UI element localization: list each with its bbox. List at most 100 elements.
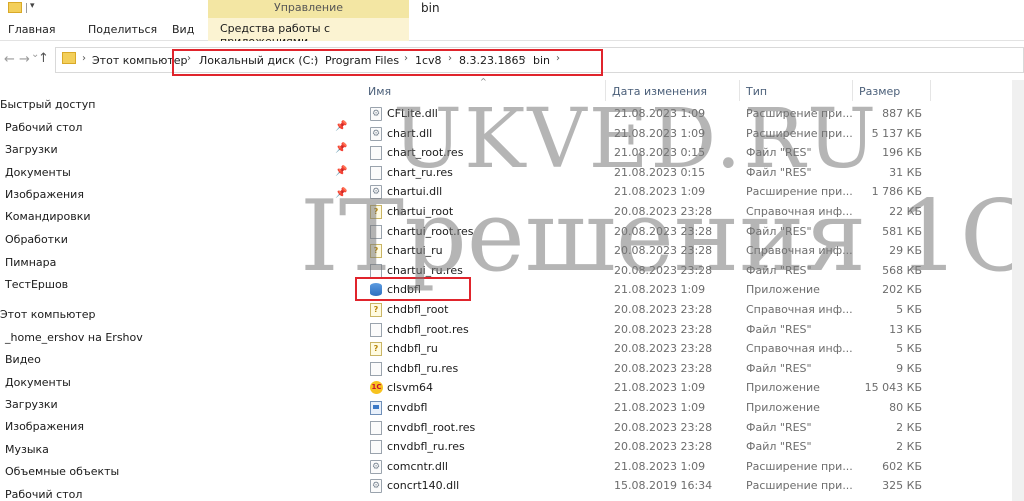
quick-access-header[interactable]: Быстрый доступ bbox=[0, 98, 96, 111]
tab-app-tools[interactable]: Средства работы с приложениями bbox=[208, 18, 409, 48]
file-type: Расширение при... bbox=[746, 479, 853, 493]
file-date: 21.08.2023 0:15 bbox=[614, 146, 706, 160]
table-row[interactable]: cnvdbfl_root.res 20.08.2023 23:28 Файл "RE… bbox=[355, 418, 930, 438]
table-row[interactable]: concrt140.dll 15.08.2019 16:34 Расширение … bbox=[355, 476, 930, 496]
table-row[interactable]: chart.dll 21.08.2023 1:09 Расширение при..… bbox=[355, 124, 930, 144]
address-folder-icon bbox=[62, 52, 76, 64]
file-type: Расширение при... bbox=[746, 459, 853, 473]
table-row[interactable]: chdbfl_root.res 20.08.2023 23:28 Файл "RES… bbox=[355, 320, 930, 340]
up-icon[interactable]: ↑ bbox=[38, 51, 49, 66]
sidebar-item-pictures[interactable]: Изображения bbox=[5, 188, 84, 201]
sidebar-item-3d-objects[interactable]: Объемные объекты bbox=[5, 465, 119, 478]
file-date: 21.08.2023 1:09 bbox=[614, 126, 706, 140]
file-type: Файл "RES" bbox=[746, 420, 812, 434]
file-type: Файл "RES" bbox=[746, 440, 812, 454]
file-name: chartui_root.res bbox=[387, 224, 474, 238]
folder-icon[interactable] bbox=[8, 2, 22, 13]
sidebar-item-desktop[interactable]: Рабочий стол bbox=[5, 121, 82, 134]
res-file-icon bbox=[370, 263, 382, 278]
sidebar-item-processing[interactable]: Обработки bbox=[5, 233, 68, 246]
forward-icon[interactable]: → bbox=[19, 52, 30, 67]
sidebar-item-test[interactable]: ТестЕршов bbox=[5, 278, 68, 291]
table-row[interactable]: cnvdbfl_ru.res 20.08.2023 23:28 Файл "RES"… bbox=[355, 437, 930, 457]
file-date: 21.08.2023 1:09 bbox=[614, 283, 706, 297]
file-size: 9 КБ bbox=[896, 361, 922, 375]
file-name: cnvdbfl_root.res bbox=[387, 420, 476, 434]
file-type: Файл "RES" bbox=[746, 146, 812, 160]
table-row[interactable]: comcntr.dll 21.08.2023 1:09 Расширение при… bbox=[355, 457, 930, 477]
file-size: 15 043 КБ bbox=[864, 381, 922, 395]
customize-qat-icon[interactable]: ▾ bbox=[30, 1, 35, 11]
sidebar-item-videos[interactable]: Видео bbox=[5, 353, 41, 366]
column-header-name[interactable]: Имя bbox=[368, 85, 391, 98]
table-row[interactable]: chart_ru.res 21.08.2023 0:15 Файл "RES" 31 … bbox=[355, 163, 930, 183]
column-divider[interactable] bbox=[852, 80, 853, 101]
vertical-scrollbar[interactable] bbox=[1012, 80, 1024, 501]
table-row[interactable]: CFLite.dll 21.08.2023 1:09 Расширение при.… bbox=[355, 104, 930, 124]
file-name: chart_ru.res bbox=[387, 165, 453, 179]
back-icon[interactable]: ← bbox=[4, 52, 15, 67]
file-type: Приложение bbox=[746, 381, 820, 395]
tab-home[interactable]: Главная bbox=[8, 22, 56, 40]
file-name: concrt140.dll bbox=[387, 479, 460, 493]
pin-icon[interactable]: 📌 bbox=[335, 143, 347, 154]
column-header-size[interactable]: Размер bbox=[859, 85, 900, 98]
gear-file-icon bbox=[370, 459, 382, 474]
tab-share[interactable]: Поделиться bbox=[88, 22, 157, 40]
this-pc-header[interactable]: Этот компьютер bbox=[0, 308, 96, 321]
file-name: chdbfl_ru.res bbox=[387, 361, 459, 375]
file-size: 196 КБ bbox=[882, 146, 922, 160]
table-row[interactable]: chdbfl_ru.res 20.08.2023 23:28 Файл "RES" 9… bbox=[355, 359, 930, 379]
table-row[interactable]: chdbfl_root 20.08.2023 23:28 Справочная ин… bbox=[355, 300, 930, 320]
column-header-type[interactable]: Тип bbox=[746, 85, 767, 98]
file-size: 325 КБ bbox=[882, 479, 922, 493]
column-divider[interactable] bbox=[605, 80, 606, 101]
sidebar-item-downloads[interactable]: Загрузки bbox=[5, 143, 58, 156]
pin-icon[interactable]: 📌 bbox=[335, 121, 347, 132]
sidebar-item-network-home[interactable]: _home_ershov на Ershov bbox=[5, 331, 143, 344]
res-file-icon bbox=[370, 322, 382, 337]
sidebar-item-trips[interactable]: Командировки bbox=[5, 210, 91, 223]
file-date: 21.08.2023 1:09 bbox=[614, 381, 706, 395]
help-file-icon bbox=[370, 342, 382, 357]
qat-separator bbox=[26, 3, 27, 13]
help-file-icon bbox=[370, 303, 382, 317]
sidebar-item-pc-downloads[interactable]: Загрузки bbox=[5, 398, 58, 411]
app-file-icon bbox=[370, 401, 382, 415]
file-type: Файл "RES" bbox=[746, 224, 812, 238]
file-name: comcntr.dll bbox=[387, 459, 448, 473]
sidebar-item-documents[interactable]: Документы bbox=[5, 166, 71, 179]
file-type: Справочная инф... bbox=[746, 244, 853, 258]
table-row[interactable]: chartui_root.res 20.08.2023 23:28 Файл "RE… bbox=[355, 222, 930, 242]
sidebar-item-music[interactable]: Музыка bbox=[5, 443, 49, 456]
sidebar-item-pc-desktop[interactable]: Рабочий стол bbox=[5, 488, 82, 501]
table-row[interactable]: chartui_ru 20.08.2023 23:28 Справочная инф… bbox=[355, 241, 930, 261]
file-type: Файл "RES" bbox=[746, 322, 812, 336]
table-row[interactable]: clsvm64 21.08.2023 1:09 Приложение 15 043 К… bbox=[355, 378, 930, 398]
pin-icon[interactable]: 📌 bbox=[335, 188, 347, 199]
tab-view[interactable]: Вид bbox=[172, 22, 194, 40]
sidebar-item-pc-pictures[interactable]: Изображения bbox=[5, 420, 84, 433]
column-divider[interactable] bbox=[930, 80, 931, 101]
res-file-icon bbox=[370, 146, 382, 161]
file-size: 568 КБ bbox=[882, 263, 922, 277]
table-row[interactable]: chart_root.res 21.08.2023 0:15 Файл "RES" 1… bbox=[355, 143, 930, 163]
file-name: CFLite.dll bbox=[387, 107, 438, 120]
file-type: Файл "RES" bbox=[746, 263, 812, 277]
file-type: Расширение при... bbox=[746, 107, 853, 120]
breadcrumb-separator[interactable]: › bbox=[82, 53, 86, 64]
table-row[interactable]: chdbfl_ru 20.08.2023 23:28 Справочная инф.… bbox=[355, 339, 930, 359]
sidebar-item-pc-documents[interactable]: Документы bbox=[5, 376, 71, 389]
column-header-date[interactable]: Дата изменения bbox=[612, 85, 707, 98]
file-date: 20.08.2023 23:28 bbox=[614, 303, 713, 316]
pin-icon[interactable]: 📌 bbox=[335, 166, 347, 177]
sidebar-item-pimnara[interactable]: Пимнара bbox=[5, 256, 56, 269]
column-divider[interactable] bbox=[739, 80, 740, 101]
file-name: chartui.dll bbox=[387, 185, 443, 199]
table-row[interactable]: chartui.dll 21.08.2023 1:09 Расширение при… bbox=[355, 182, 930, 202]
table-row[interactable]: chartui_root 20.08.2023 23:28 Справочная и… bbox=[355, 202, 930, 222]
table-row[interactable]: cnvdbfl 21.08.2023 1:09 Приложение 80 КБ bbox=[355, 398, 930, 418]
help-file-icon bbox=[370, 244, 382, 259]
file-date: 20.08.2023 23:28 bbox=[614, 224, 713, 238]
file-type: Приложение bbox=[746, 401, 820, 414]
